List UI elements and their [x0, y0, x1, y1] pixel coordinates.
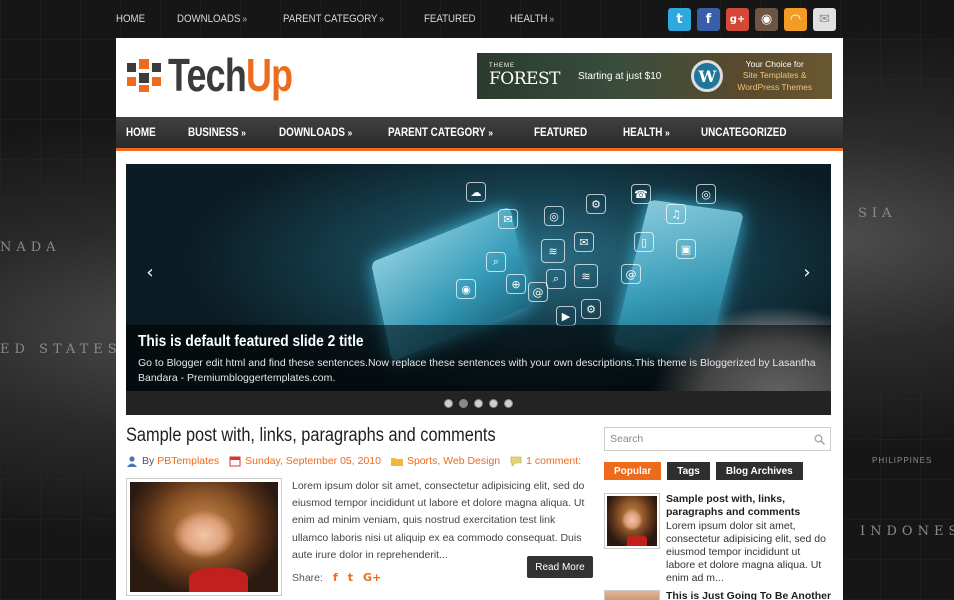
- popular-post-title[interactable]: Sample post with, links, paragraphs and …: [666, 493, 832, 519]
- top-nav-home[interactable]: HOME: [116, 13, 147, 25]
- search-icon[interactable]: [814, 434, 825, 445]
- nav-downloads[interactable]: DOWNLOADS»: [279, 127, 352, 139]
- map-label-philippines: PHILIPPINES: [872, 456, 933, 465]
- page-container: TechUp THEME FOREST Starting at just $10 …: [116, 38, 843, 600]
- popular-post-2-title[interactable]: This is Just Going To Be Another: [666, 590, 831, 600]
- search-placeholder: Search: [610, 433, 644, 445]
- folder-icon: [390, 458, 403, 466]
- twitter-icon[interactable]: t: [668, 8, 691, 31]
- logo-text-up: Up: [245, 49, 293, 101]
- popular-post-2: This is Just Going To Be Another: [604, 590, 832, 600]
- map-label-asia: SIA: [858, 206, 897, 221]
- slider-prev-button[interactable]: ‹: [138, 258, 162, 286]
- post-author[interactable]: PBTemplates: [157, 455, 219, 467]
- tab-blog-archives[interactable]: Blog Archives: [715, 462, 803, 480]
- comment-icon: [510, 456, 522, 467]
- google-plus-share-icon[interactable]: G+: [363, 571, 381, 584]
- tab-tags[interactable]: Tags: [667, 462, 710, 480]
- search-input[interactable]: Search: [604, 427, 831, 451]
- post-body: Lorem ipsum dolor sit amet, consectetur …: [126, 478, 594, 596]
- featured-slider: ☁ ✉ ◎ ⚙ ☎ ♫ ▯ ✉ ≋ ⌕ ◉ ⊕ ⌕ ≋ @ @ ⚙ ▶ ▣ ◎ …: [126, 164, 831, 415]
- post-title[interactable]: Sample post with, links, paragraphs and …: [126, 425, 528, 447]
- social-icons: t f g+ ◉ ◠ ✉: [668, 8, 836, 31]
- top-nav-health[interactable]: HEALTH»: [510, 13, 554, 25]
- post-excerpt: Lorem ipsum dolor sit amet, consectetur …: [292, 480, 585, 561]
- slider-pagination: [126, 391, 831, 415]
- slider-next-button[interactable]: ›: [795, 258, 819, 286]
- calendar-icon: [229, 456, 241, 467]
- slide-caption: This is default featured slide 2 title G…: [126, 325, 831, 391]
- top-nav-featured[interactable]: FEATURED: [424, 13, 477, 25]
- post-comments[interactable]: 1 comment:: [526, 455, 581, 467]
- post-categories[interactable]: Sports, Web Design: [407, 455, 500, 467]
- post-meta: By PBTemplates Sunday, September 05, 201…: [126, 455, 594, 467]
- wordpress-icon: W: [691, 60, 724, 92]
- author-icon: [127, 456, 137, 467]
- nav-health[interactable]: HEALTH»: [623, 127, 670, 139]
- banner-choice-text: Your Choice for Site Templates & WordPre…: [737, 59, 813, 92]
- popular-post-2-thumbnail[interactable]: [604, 590, 660, 600]
- popular-post: Sample post with, links, paragraphs and …: [604, 493, 832, 585]
- google-plus-icon[interactable]: g+: [726, 8, 749, 31]
- slide-title[interactable]: This is default featured slide 2 title: [138, 333, 724, 351]
- facebook-icon[interactable]: f: [697, 8, 720, 31]
- slider-dot-3[interactable]: [474, 398, 483, 408]
- email-icon[interactable]: ✉: [813, 8, 836, 31]
- instagram-icon[interactable]: ◉: [755, 8, 778, 31]
- site-logo[interactable]: TechUp: [126, 52, 327, 98]
- banner-starting-text: Starting at just $10: [577, 70, 662, 82]
- nav-home[interactable]: HOME: [126, 127, 158, 139]
- map-label-canada: NADA: [0, 240, 61, 255]
- twitter-share-icon[interactable]: t: [348, 571, 353, 584]
- popular-post-thumbnail[interactable]: [604, 493, 660, 549]
- popular-post-excerpt: Lorem ipsum dolor sit amet, consectetur …: [666, 520, 826, 584]
- slide-description: Go to Blogger edit html and find these s…: [138, 357, 816, 384]
- nav-business[interactable]: BUSINESS»: [188, 127, 246, 139]
- read-more-button[interactable]: Read More: [527, 556, 593, 578]
- map-label-united-states: ED STATES: [0, 342, 122, 357]
- sidebar: Search Popular Tags Blog Archives Sample…: [604, 427, 832, 600]
- top-nav: HOME DOWNLOADS» PARENT CATEGORY» FEATURE…: [116, 0, 586, 38]
- facebook-share-icon[interactable]: f: [333, 571, 338, 584]
- logo-text-tech: Tech: [168, 49, 247, 101]
- share-label: Share:: [292, 571, 323, 584]
- slider-dot-5[interactable]: [504, 398, 513, 408]
- top-nav-parent-category[interactable]: PARENT CATEGORY»: [283, 13, 384, 25]
- nav-featured[interactable]: FEATURED: [534, 127, 590, 139]
- tab-popular[interactable]: Popular: [604, 462, 662, 480]
- rss-icon[interactable]: ◠: [784, 8, 807, 31]
- slider-dot-1[interactable]: [444, 398, 453, 408]
- slider-dot-2[interactable]: [459, 398, 468, 408]
- post-date: Sunday, September 05, 2010: [245, 455, 381, 467]
- slider-dot-4[interactable]: [489, 398, 498, 408]
- sidebar-tabs: Popular Tags Blog Archives: [604, 462, 832, 480]
- nav-parent-category[interactable]: PARENT CATEGORY»: [388, 127, 493, 139]
- banner-brand: THEME FOREST: [489, 63, 560, 89]
- top-nav-downloads[interactable]: DOWNLOADS»: [177, 13, 247, 25]
- map-label-indonesia: INDONESI: [860, 524, 954, 539]
- site-header: TechUp THEME FOREST Starting at just $10 …: [116, 38, 843, 116]
- top-bar: HOME DOWNLOADS» PARENT CATEGORY» FEATURE…: [0, 0, 954, 38]
- post-thumbnail[interactable]: [126, 478, 282, 596]
- logo-mark-icon: [127, 59, 161, 92]
- themeforest-banner[interactable]: THEME FOREST Starting at just $10 W Your …: [477, 53, 832, 99]
- nav-uncategorized[interactable]: UNCATEGORIZED: [701, 127, 789, 139]
- blog-post: Sample post with, links, paragraphs and …: [126, 425, 594, 596]
- main-nav: HOME BUSINESS» DOWNLOADS» PARENT CATEGOR…: [116, 117, 843, 151]
- post-by-label: By: [142, 455, 155, 467]
